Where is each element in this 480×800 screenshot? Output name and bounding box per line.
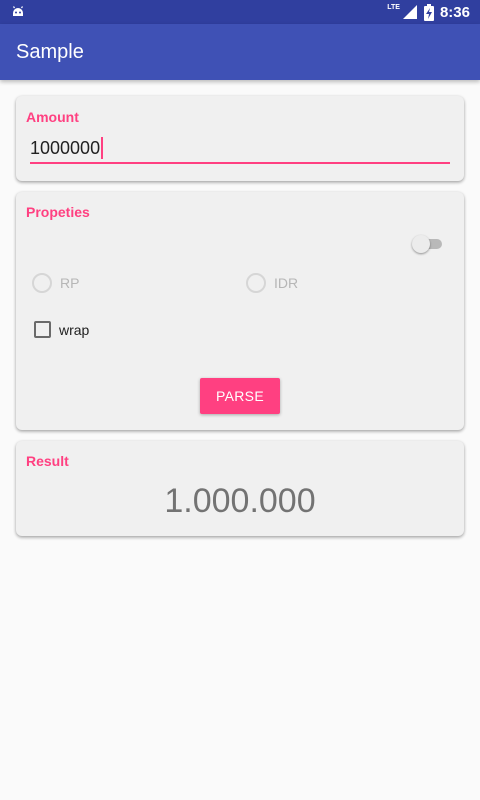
radio-idr[interactable]: IDR bbox=[246, 273, 298, 293]
result-card: Result 1.000.000 bbox=[16, 441, 464, 536]
properties-label: Propeties bbox=[26, 204, 90, 220]
parse-button[interactable]: PARSE bbox=[200, 378, 280, 414]
android-icon bbox=[13, 6, 23, 16]
radio-circle-icon bbox=[246, 273, 266, 293]
amount-label: Amount bbox=[26, 109, 79, 125]
signal-icon bbox=[402, 5, 417, 19]
battery-charging-icon bbox=[423, 3, 434, 21]
radio-idr-label: IDR bbox=[274, 275, 299, 291]
status-time: 8:36 bbox=[439, 3, 470, 21]
switch-thumb bbox=[412, 235, 430, 253]
wrap-checkbox[interactable]: wrap bbox=[34, 321, 89, 338]
app-title: Sample bbox=[16, 41, 84, 63]
radio-rp[interactable]: RP bbox=[32, 273, 79, 293]
network-type: LTE bbox=[387, 3, 400, 11]
amount-card: Amount bbox=[16, 96, 464, 181]
result-value: 1.000.000 bbox=[164, 482, 316, 520]
result-label: Result bbox=[26, 453, 69, 469]
checkbox-icon bbox=[34, 321, 51, 338]
app-bar: Sample bbox=[0, 24, 480, 80]
properties-card: Propeties RP IDR wrap PARSE bbox=[16, 192, 464, 430]
radio-circle-icon bbox=[32, 273, 52, 293]
status-bar: LTE 8:36 bbox=[0, 0, 480, 24]
amount-input[interactable] bbox=[30, 136, 450, 164]
toggle-switch[interactable] bbox=[412, 235, 444, 253]
text-cursor bbox=[101, 137, 103, 159]
wrap-checkbox-label: wrap bbox=[59, 321, 90, 338]
radio-rp-label: RP bbox=[60, 275, 80, 291]
